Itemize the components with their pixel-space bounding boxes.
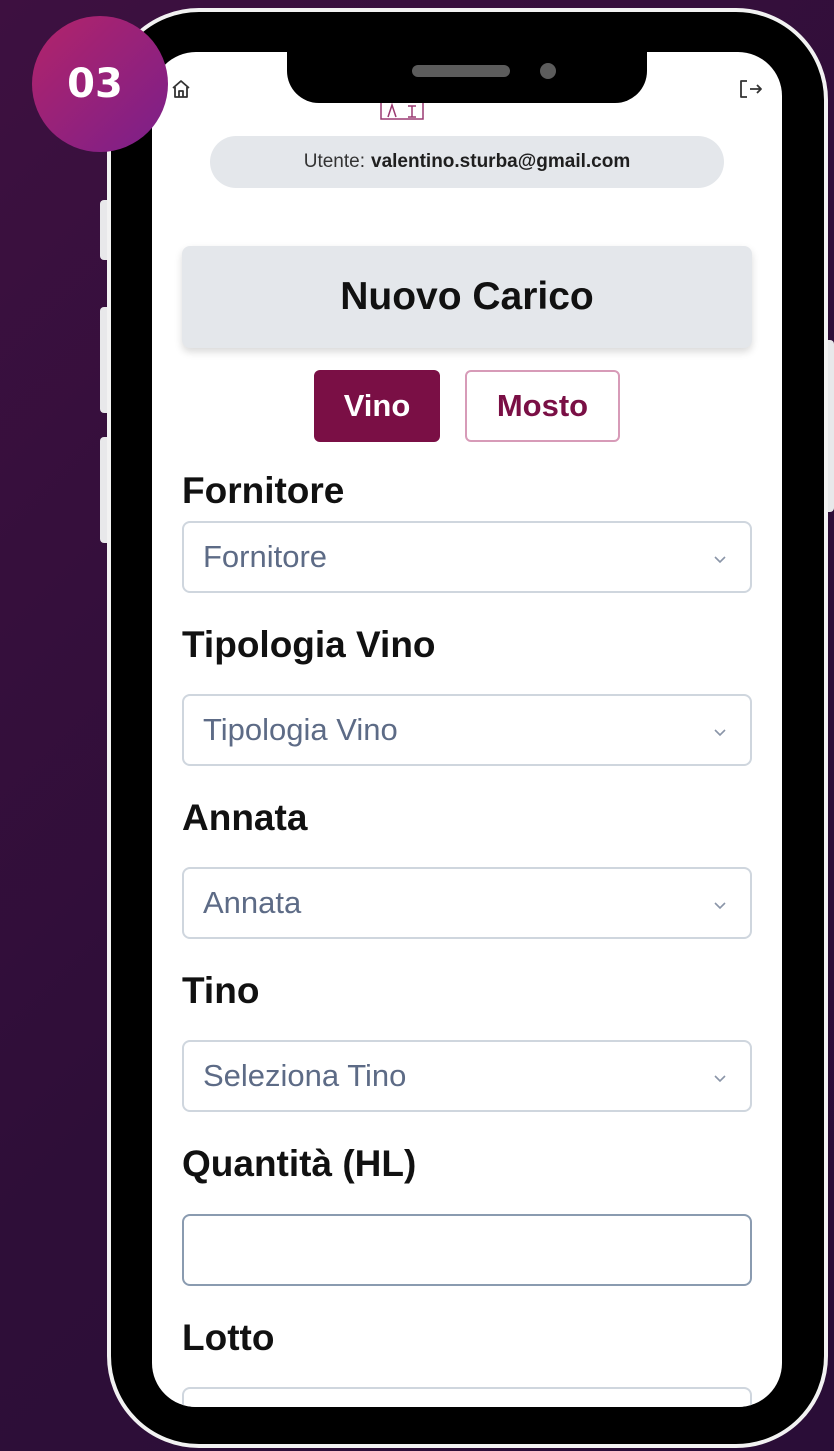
- chevron-down-icon: [714, 1075, 726, 1083]
- quantita-label: Quantità (HL): [182, 1143, 417, 1184]
- step-badge: 03: [32, 16, 168, 152]
- chevron-down-icon: [714, 902, 726, 910]
- annata-select[interactable]: Annata: [182, 867, 752, 939]
- tino-placeholder: Seleziona Tino: [203, 1058, 407, 1093]
- lotto-input[interactable]: [182, 1387, 752, 1407]
- app-screen: Utente: valentino.sturba@gmail.com Nuovo…: [152, 52, 782, 1407]
- tino-label: Tino: [182, 970, 260, 1011]
- front-camera: [540, 63, 556, 79]
- chevron-down-icon: [714, 556, 726, 564]
- fornitore-select[interactable]: Fornitore: [182, 521, 752, 593]
- tipologia-vino-placeholder: Tipologia Vino: [203, 712, 398, 747]
- tino-select[interactable]: Seleziona Tino: [182, 1040, 752, 1112]
- tipologia-vino-select[interactable]: Tipologia Vino: [182, 694, 752, 766]
- user-info-pill: Utente: valentino.sturba@gmail.com: [210, 136, 724, 188]
- annata-label: Annata: [182, 797, 308, 838]
- toggle-mosto-button[interactable]: Mosto: [465, 370, 620, 442]
- toggle-vino-button[interactable]: Vino: [314, 370, 440, 442]
- chevron-down-icon: [714, 729, 726, 737]
- speaker-grille: [412, 65, 510, 77]
- fornitore-placeholder: Fornitore: [203, 539, 328, 574]
- page-title: Nuovo Carico: [182, 246, 752, 348]
- logout-icon[interactable]: [738, 78, 764, 100]
- home-icon[interactable]: [170, 78, 192, 100]
- user-label: Utente:: [303, 151, 365, 172]
- user-email: valentino.sturba@gmail.com: [371, 151, 631, 172]
- phone-notch: [287, 33, 647, 103]
- annata-placeholder: Annata: [203, 885, 302, 920]
- tipologia-vino-label: Tipologia Vino: [182, 624, 436, 665]
- fornitore-label: Fornitore: [182, 470, 345, 511]
- quantita-input[interactable]: [182, 1214, 752, 1286]
- winery-logo: [380, 100, 424, 120]
- lotto-label: Lotto: [182, 1317, 275, 1358]
